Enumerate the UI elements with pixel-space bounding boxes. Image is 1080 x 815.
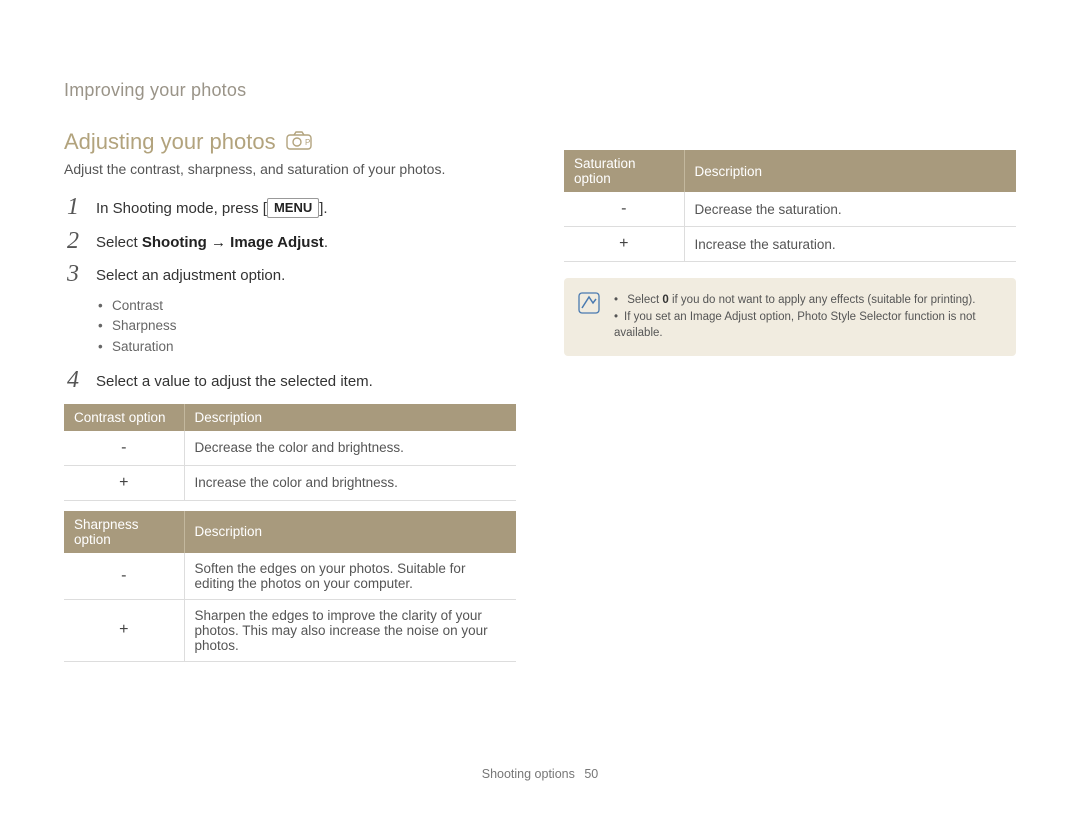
step-number: 3: [64, 262, 82, 286]
cell-option: +: [564, 227, 684, 262]
cell-desc: Increase the color and brightness.: [184, 465, 516, 500]
step-1: 1 In Shooting mode, press [MENU].: [64, 195, 516, 221]
cell-desc: Soften the edges on your photos. Suitabl…: [184, 553, 516, 600]
th-sharpness-option: Sharpness option: [64, 511, 184, 553]
intro-text: Adjust the contrast, sharpness, and satu…: [64, 161, 516, 177]
steps-list-cont: 4 Select a value to adjust the selected …: [64, 368, 516, 394]
footer-label: Shooting options: [482, 767, 575, 781]
step-text: In Shooting mode, press [MENU].: [96, 195, 328, 221]
note-icon: [578, 292, 600, 342]
contrast-table: Contrast option Description - Decrease t…: [64, 404, 516, 501]
sub-bullets: Contrast Sharpness Saturation: [98, 296, 516, 359]
step-text: Select Shooting → Image Adjust.: [96, 229, 328, 255]
step-3: 3 Select an adjustment option.: [64, 262, 516, 288]
table-row: + Sharpen the edges to improve the clari…: [64, 599, 516, 661]
bullet-sharpness: Sharpness: [98, 316, 516, 337]
note-item: Select 0 if you do not want to apply any…: [614, 292, 1000, 309]
cell-desc: Sharpen the edges to improve the clarity…: [184, 599, 516, 661]
cell-option: -: [564, 192, 684, 227]
menu-button-label: MENU: [267, 198, 319, 218]
note-item: If you set an Image Adjust option, Photo…: [614, 309, 1000, 342]
step-text: Select a value to adjust the selected it…: [96, 368, 373, 394]
cell-option: -: [64, 553, 184, 600]
step-number: 1: [64, 195, 82, 219]
step-2: 2 Select Shooting → Image Adjust.: [64, 229, 516, 255]
table-row: - Decrease the saturation.: [564, 192, 1016, 227]
camera-p-icon: P: [286, 130, 312, 155]
th-contrast-option: Contrast option: [64, 404, 184, 431]
step-number: 4: [64, 368, 82, 392]
cell-option: +: [64, 465, 184, 500]
note-box: Select 0 if you do not want to apply any…: [564, 278, 1016, 356]
cell-option: -: [64, 431, 184, 466]
th-saturation-option: Saturation option: [564, 150, 684, 192]
page-footer: Shooting options 50: [0, 767, 1080, 781]
page-title: Adjusting your photos: [64, 129, 276, 155]
bullet-saturation: Saturation: [98, 337, 516, 358]
steps-list: 1 In Shooting mode, press [MENU]. 2 Sele…: [64, 195, 516, 288]
step-text: Select an adjustment option.: [96, 262, 285, 288]
step-number: 2: [64, 229, 82, 253]
table-row: + Increase the saturation.: [564, 227, 1016, 262]
table-row: - Decrease the color and brightness.: [64, 431, 516, 466]
page-number: 50: [584, 767, 598, 781]
saturation-table: Saturation option Description - Decrease…: [564, 150, 1016, 262]
th-description: Description: [184, 404, 516, 431]
table-row: - Soften the edges on your photos. Suita…: [64, 553, 516, 600]
cell-desc: Decrease the color and brightness.: [184, 431, 516, 466]
cell-option: +: [64, 599, 184, 661]
cell-desc: Decrease the saturation.: [684, 192, 1016, 227]
th-description: Description: [184, 511, 516, 553]
svg-text:P: P: [305, 138, 310, 147]
table-row: + Increase the color and brightness.: [64, 465, 516, 500]
sharpness-table: Sharpness option Description - Soften th…: [64, 511, 516, 662]
note-list: Select 0 if you do not want to apply any…: [614, 292, 1000, 342]
cell-desc: Increase the saturation.: [684, 227, 1016, 262]
section-header: Improving your photos: [64, 80, 516, 101]
th-description: Description: [684, 150, 1016, 192]
bullet-contrast: Contrast: [98, 296, 516, 317]
step-4: 4 Select a value to adjust the selected …: [64, 368, 516, 394]
